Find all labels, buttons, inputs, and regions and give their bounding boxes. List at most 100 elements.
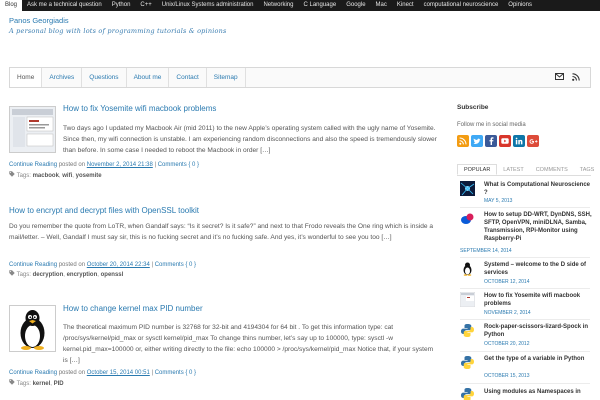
topnav-cpp[interactable]: C++	[135, 0, 156, 11]
posted-on-label: posted on	[58, 370, 86, 376]
divider	[460, 319, 590, 320]
tag-link[interactable]: wifi	[62, 173, 72, 179]
tab-comments[interactable]: COMMENTS	[530, 164, 574, 175]
topnav-neuro[interactable]: computational neuroscience	[419, 0, 504, 11]
social-icons	[457, 135, 539, 147]
googleplus-icon[interactable]	[527, 135, 539, 147]
popular-post-title[interactable]: Rock-paper-scissors-lizard-Spock in Pyth…	[484, 323, 592, 339]
popular-post-title[interactable]: How to fix Yosemite wifi macbook problem…	[484, 292, 592, 308]
tag-icon	[9, 270, 17, 278]
popular-thumbnail[interactable]	[459, 291, 476, 308]
post-tags: Tags: decryption, encryption, openssl	[9, 270, 123, 278]
divider	[460, 288, 590, 289]
topnav-mac[interactable]: Mac	[371, 0, 392, 11]
tag-link[interactable]: PID	[54, 381, 64, 387]
comments-link[interactable]: Comments { 0 }	[155, 370, 196, 376]
post-date[interactable]: November 2, 2014 21:38	[87, 162, 153, 168]
post-date[interactable]: October 20, 2014 22:34	[87, 262, 150, 268]
rss-feed-icon[interactable]	[457, 135, 469, 147]
raspberry-pi-icon	[460, 211, 475, 226]
popular-post-date: NOVEMBER 2, 2014	[484, 310, 531, 316]
popular-post-title[interactable]: Systemd – welcome to the D side of servi…	[484, 261, 592, 277]
twitter-icon[interactable]	[471, 135, 483, 147]
nav-sitemap[interactable]: Sitemap	[207, 68, 246, 87]
main-navigation: Home Archives Questions About me Contact…	[9, 67, 591, 88]
facebook-icon[interactable]	[485, 135, 497, 147]
tags-label: Tags:	[16, 381, 31, 387]
popular-thumbnail[interactable]	[460, 355, 475, 370]
site-tagline: A personal blog with lots of programming…	[9, 27, 227, 35]
nav-questions[interactable]: Questions	[82, 68, 127, 87]
tab-latest[interactable]: LATEST	[497, 164, 529, 175]
nav-icons	[555, 68, 590, 87]
topnav-c[interactable]: C Language	[298, 0, 341, 11]
python-logo-icon	[460, 323, 475, 338]
continue-reading-link[interactable]: Continue Reading	[9, 262, 57, 268]
popular-thumbnail[interactable]	[460, 323, 475, 338]
post-date[interactable]: October 15, 2014 00:51	[87, 370, 150, 376]
tux-penguin-icon	[20, 310, 45, 350]
nav-home[interactable]: Home	[10, 68, 43, 87]
topnav-unix[interactable]: Unix/Linux Systems administration	[157, 0, 259, 11]
post-tags: Tags: macbook, wifi, yosemite	[9, 171, 102, 179]
mail-icon[interactable]	[555, 73, 564, 82]
tag-link[interactable]: yosemite	[76, 173, 102, 179]
tag-link[interactable]: macbook	[33, 173, 59, 179]
subscribe-heading: Subscribe	[457, 104, 489, 111]
tab-tags[interactable]: TAGS	[574, 164, 600, 175]
topnav-blog[interactable]: Blog	[0, 0, 23, 11]
popular-post-title[interactable]: Get the type of a variable in Python	[484, 355, 592, 363]
neuron-icon	[460, 181, 475, 196]
tags-label: Tags:	[16, 272, 31, 278]
topnav-opinions[interactable]: Opinions	[503, 0, 537, 11]
screenshot-thumbnail-icon	[459, 291, 476, 308]
topnav-python[interactable]: Python	[107, 0, 136, 11]
rss-icon[interactable]	[572, 72, 580, 83]
divider	[460, 383, 590, 384]
topnav-ask[interactable]: Ask me a technical question	[22, 0, 107, 11]
popular-thumbnail[interactable]	[460, 181, 475, 196]
popular-post-title[interactable]: Using modules as Namespaces in	[484, 388, 592, 396]
post-thumbnail[interactable]	[9, 305, 56, 352]
nav-archives[interactable]: Archives	[42, 68, 83, 87]
site-title[interactable]: Panos Georgiadis	[9, 16, 69, 25]
screenshot-thumbnail-image	[10, 107, 55, 152]
topnav-google[interactable]: Google	[341, 0, 370, 11]
comments-link[interactable]: Comments { 0 }	[158, 162, 199, 168]
youtube-icon[interactable]	[499, 135, 511, 147]
topnav-networking[interactable]: Networking	[258, 0, 298, 11]
tux-penguin-icon	[460, 261, 475, 276]
linkedin-icon[interactable]	[513, 135, 525, 147]
popular-post-date: OCTOBER 20, 2012	[484, 341, 530, 347]
topnav-kinect[interactable]: Kinect	[392, 0, 419, 11]
tag-link[interactable]: encryption	[67, 272, 98, 278]
python-logo-icon	[460, 355, 475, 370]
continue-reading-link[interactable]: Continue Reading	[9, 370, 57, 376]
popular-thumbnail[interactable]	[460, 211, 475, 226]
popular-thumbnail[interactable]	[460, 261, 475, 276]
tag-icon	[9, 171, 17, 179]
popular-thumbnail[interactable]	[460, 387, 475, 400]
post-thumbnail[interactable]	[9, 106, 56, 153]
divider	[460, 257, 590, 258]
continue-reading-link[interactable]: Continue Reading	[9, 162, 57, 168]
tab-popular[interactable]: POPULAR	[457, 164, 498, 175]
comments-link[interactable]: Comments { 0 }	[155, 262, 196, 268]
popular-post-date: SEPTEMBER 14, 2014	[460, 248, 512, 254]
post-title[interactable]: How to change kernel max PID number	[63, 304, 203, 313]
popular-post-title[interactable]: What is Computational Neuroscience ?	[484, 181, 592, 197]
tag-link[interactable]: kernel	[33, 381, 51, 387]
nav-contact[interactable]: Contact	[169, 68, 207, 87]
post-title[interactable]: How to fix Yosemite wifi macbook problem…	[63, 104, 216, 113]
tag-link[interactable]: decryption	[33, 272, 64, 278]
divider	[460, 207, 590, 208]
tag-link[interactable]: openssl	[101, 272, 124, 278]
top-category-bar: Blog Ask me a technical question Python …	[0, 0, 600, 11]
tags-label: Tags:	[16, 173, 31, 179]
popular-post-date: OCTOBER 12, 2014	[484, 279, 530, 285]
post-meta: Continue Reading posted on November 2, 2…	[9, 162, 200, 168]
popular-post-title[interactable]: How to setup DD-WRT, DynDNS, SSH, SFTP, …	[484, 211, 592, 243]
divider	[460, 351, 590, 352]
nav-about[interactable]: About me	[127, 68, 170, 87]
post-title[interactable]: How to encrypt and decrypt files with Op…	[9, 206, 199, 215]
